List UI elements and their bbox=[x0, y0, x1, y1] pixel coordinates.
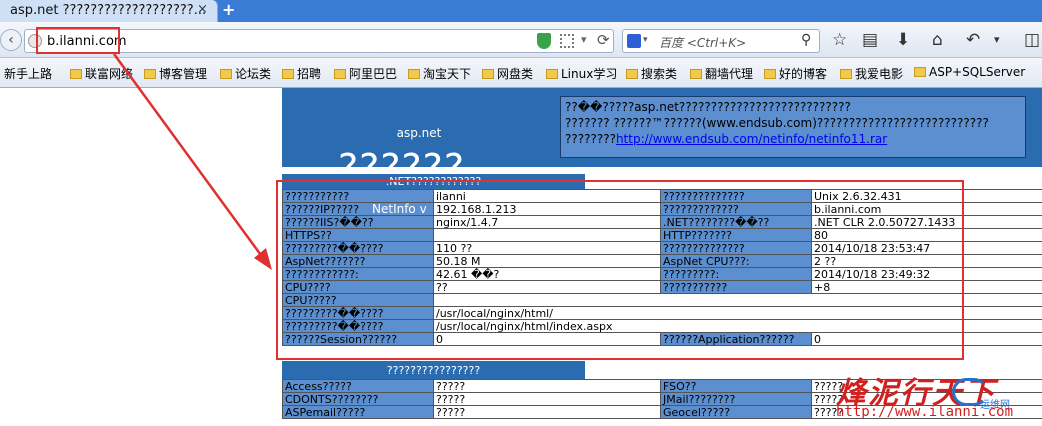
search-engine-dropdown-icon[interactable]: ▾ bbox=[643, 35, 648, 45]
folder-icon bbox=[626, 69, 638, 79]
bookmark-item[interactable]: 好的博客 bbox=[764, 65, 827, 81]
undo-icon[interactable]: ↶ bbox=[966, 31, 980, 49]
bookmark-item[interactable]: 翻墙代理 bbox=[690, 65, 753, 81]
download-icon[interactable]: ⬇ bbox=[896, 31, 910, 49]
bookmark-item[interactable]: 论坛类 bbox=[220, 65, 271, 81]
back-button[interactable]: ‹ bbox=[0, 29, 22, 51]
folder-icon bbox=[70, 69, 82, 79]
home-icon[interactable]: ⌂ bbox=[932, 31, 943, 49]
bookmark-item[interactable]: 阿里巴巴 bbox=[334, 65, 397, 81]
info-line: ??????? ??????™??????(www.endsub.com)???… bbox=[565, 116, 989, 130]
table-cell: ????? bbox=[433, 405, 661, 419]
baidu-icon[interactable] bbox=[627, 34, 641, 48]
table-cell: JMail???????? bbox=[660, 392, 812, 406]
url-dropdown-icon[interactable]: ▾ bbox=[581, 33, 587, 46]
folder-icon bbox=[914, 67, 926, 77]
table-cell: Access????? bbox=[282, 379, 434, 393]
table-cell: CDONTS???????? bbox=[282, 392, 434, 406]
bookmark-item[interactable]: 搜索类 bbox=[626, 65, 677, 81]
bookmark-item[interactable]: 招聘 bbox=[282, 65, 321, 81]
url-highlight-box bbox=[36, 27, 120, 54]
tab-strip: asp.net ???????????????????... × + bbox=[0, 0, 1042, 22]
folder-icon bbox=[546, 69, 558, 79]
reading-list-icon[interactable]: ▤ bbox=[862, 31, 878, 49]
table-cell: ????? bbox=[433, 379, 661, 393]
folder-icon bbox=[282, 69, 294, 79]
watermark-url: http://www.ilanni.com bbox=[836, 404, 1014, 420]
download-link[interactable]: http://www.endsub.com/netinfo/netinfo11.… bbox=[616, 132, 887, 146]
table-cell: ????? bbox=[433, 392, 661, 406]
tab-title: asp.net ???????????????????... bbox=[10, 3, 207, 18]
folder-icon bbox=[690, 69, 702, 79]
section-title: ???????????????? bbox=[386, 364, 481, 377]
section-header: ???????????????? bbox=[282, 361, 585, 379]
new-tab-button[interactable]: + bbox=[222, 0, 235, 19]
qr-code-icon[interactable] bbox=[560, 34, 574, 48]
search-bar[interactable]: ▾ 百度 <Ctrl+K> ⚲ bbox=[622, 29, 820, 53]
table-cell: FSO?? bbox=[660, 379, 812, 393]
bookmark-item[interactable]: Linux学习 bbox=[546, 65, 617, 81]
bookmark-item[interactable]: 联富网络 bbox=[70, 65, 133, 81]
folder-icon bbox=[408, 69, 420, 79]
bookmarks-bar: 新手上路 联富网络 博客管理 论坛类 招聘 阿里巴巴 淘宝天下 网盘类 Linu… bbox=[0, 58, 1042, 88]
info-line: ??��?????asp.net????????????????????????… bbox=[565, 100, 851, 114]
bookmark-item[interactable]: 新手上路 bbox=[4, 65, 52, 81]
puzzle-icon[interactable]: ◫ bbox=[1024, 31, 1040, 49]
folder-icon bbox=[144, 69, 156, 79]
toolbar-dropdown-icon[interactable]: ▾ bbox=[994, 31, 1000, 49]
search-icon[interactable]: ⚲ bbox=[801, 32, 811, 48]
navigation-bar: ‹ b.ilanni.com ▾ ⟳ ▾ 百度 <Ctrl+K> ⚲ ☆ ▤ ⬇… bbox=[0, 22, 1042, 58]
table-cell: ASPemail????? bbox=[282, 405, 434, 419]
folder-icon bbox=[220, 69, 232, 79]
folder-icon bbox=[764, 69, 776, 79]
info-box: ??��?????asp.net????????????????????????… bbox=[560, 96, 1026, 158]
search-input[interactable]: 百度 <Ctrl+K> bbox=[659, 34, 746, 51]
info-line: ????????http://www.endsub.com/netinfo/ne… bbox=[565, 132, 888, 146]
folder-icon bbox=[334, 69, 346, 79]
header-right-panel: ??��?????asp.net????????????????????????… bbox=[556, 88, 1042, 167]
tab-close-icon[interactable]: × bbox=[197, 2, 208, 17]
bookmark-item[interactable]: 网盘类 bbox=[482, 65, 533, 81]
bookmark-item[interactable]: 淘宝天下 bbox=[408, 65, 471, 81]
table-highlight-box bbox=[276, 180, 964, 360]
bookmark-item[interactable]: 博客管理 bbox=[144, 65, 207, 81]
folder-icon bbox=[840, 69, 852, 79]
table-cell: Geocel????? bbox=[660, 405, 812, 419]
tab-active[interactable]: asp.net ???????????????????... × bbox=[0, 0, 218, 22]
watermark: 烽泥行天下 运维网 http://www.ilanni.com bbox=[836, 368, 1042, 426]
bookmark-item[interactable]: 我爱电影 bbox=[840, 65, 903, 81]
page-title: asp.net bbox=[396, 126, 442, 140]
reload-icon[interactable]: ⟳ bbox=[597, 31, 610, 49]
star-icon[interactable]: ☆ bbox=[832, 31, 847, 49]
folder-icon bbox=[482, 69, 494, 79]
shield-icon[interactable] bbox=[537, 33, 551, 49]
bookmark-item[interactable]: ASP+SQLServer bbox=[914, 65, 1025, 81]
